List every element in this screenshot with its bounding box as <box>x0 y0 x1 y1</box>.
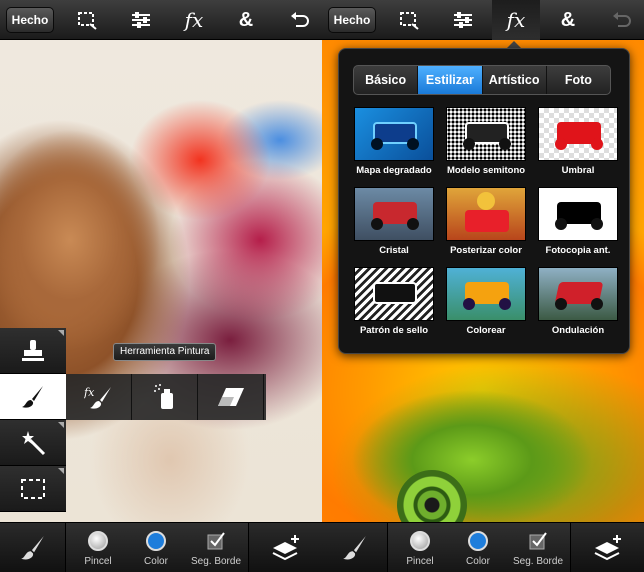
effect-label: Umbral <box>561 165 595 176</box>
magic-wand-icon <box>22 430 46 455</box>
effect-cristal[interactable]: Cristal <box>351 187 437 265</box>
bottom-toolbar: Pincel Color Seg. Borde <box>0 522 322 572</box>
edge-checkbox-icon <box>207 532 225 550</box>
effect-thumbnail <box>538 267 618 321</box>
magic-wand-tool[interactable] <box>0 420 66 466</box>
top-toolbar: Hecho fx & <box>0 0 322 40</box>
tab-artistico[interactable]: Artístico <box>483 66 547 94</box>
brush-preview-icon <box>410 531 430 551</box>
edge-label: Seg. Borde <box>512 556 564 567</box>
effect-label: Patrón de sello <box>359 325 429 336</box>
tab-foto[interactable]: Foto <box>547 66 610 94</box>
effect-patron-de-sello[interactable]: Patrón de sello <box>351 267 437 345</box>
bottom-toolbar: Pincel Color Seg. Borde <box>322 522 644 572</box>
brush-icon <box>22 385 43 408</box>
tab-estilizar[interactable]: Estilizar <box>418 66 483 94</box>
brush-label: Pincel <box>406 556 434 567</box>
adjustments-icon[interactable] <box>121 0 161 40</box>
undo-icon[interactable] <box>602 0 642 40</box>
effect-thumbnail <box>446 267 526 321</box>
blend-ampersand-icon[interactable]: & <box>226 0 266 40</box>
brush-icon <box>342 536 366 560</box>
color-swatch <box>468 531 488 551</box>
brush-tool[interactable] <box>0 374 66 420</box>
marquee-tool[interactable] <box>0 466 66 512</box>
spray-icon <box>153 384 173 409</box>
effect-label: Fotocopia ant. <box>545 245 611 256</box>
layers-add-icon <box>594 535 621 561</box>
left-screen: Hecho fx & Herramienta Pintura fx Pincel… <box>0 0 322 572</box>
color-button[interactable]: Color <box>448 527 508 571</box>
paint-tool-tooltip: Herramienta Pintura <box>113 343 217 361</box>
brush-icon <box>20 536 44 560</box>
effect-label: Colorear <box>466 325 506 336</box>
effect-thumbnail <box>446 107 526 161</box>
brush-preview-icon <box>88 531 108 551</box>
edge-follow-button[interactable]: Seg. Borde <box>186 527 246 571</box>
fx-brush-icon: fx <box>84 386 111 409</box>
effect-thumbnail <box>538 187 618 241</box>
effect-thumbnail <box>354 187 434 241</box>
color-swatch <box>146 531 166 551</box>
layers-add-icon <box>272 535 299 561</box>
effects-fx-icon[interactable]: fx <box>492 0 540 40</box>
effect-thumbnail <box>446 187 526 241</box>
brush-subtools: fx <box>66 374 266 420</box>
effect-thumbnail <box>354 107 434 161</box>
effect-thumbnail <box>354 267 434 321</box>
fx-brush-button[interactable]: fx <box>66 374 132 420</box>
effect-label: Modelo semitono <box>446 165 526 176</box>
effects-fx-icon[interactable]: fx <box>174 0 214 40</box>
effect-label: Mapa degradado <box>356 165 432 176</box>
effects-popover: Básico Estilizar Artístico Foto Mapa deg… <box>338 48 630 354</box>
spray-button[interactable] <box>132 374 198 420</box>
edge-checkbox-icon <box>529 532 547 550</box>
brush-size-button[interactable]: Pincel <box>390 527 450 571</box>
brush-mode-button[interactable] <box>322 523 388 572</box>
marquee-icon <box>21 478 45 499</box>
effect-mapa-degradado[interactable]: Mapa degradado <box>351 107 437 185</box>
right-screen: Hecho fx & Básico Estilizar Artístico Fo… <box>322 0 644 572</box>
effect-ondulacion[interactable]: Ondulación <box>535 267 621 345</box>
layers-button[interactable] <box>570 523 644 572</box>
blend-ampersand-icon[interactable]: & <box>548 0 588 40</box>
effects-category-tabs: Básico Estilizar Artístico Foto <box>353 65 611 95</box>
selection-icon[interactable] <box>390 0 430 40</box>
brush-label: Pincel <box>84 556 112 567</box>
svg-text:fx: fx <box>84 386 95 399</box>
stamp-tool[interactable] <box>0 328 66 374</box>
color-label: Color <box>144 556 168 567</box>
tab-basico[interactable]: Básico <box>354 66 419 94</box>
adjustments-icon[interactable] <box>443 0 483 40</box>
effect-posterizar-color[interactable]: Posterizar color <box>443 187 529 265</box>
effect-label: Ondulación <box>551 325 605 336</box>
effect-fotocopia-ant[interactable]: Fotocopia ant. <box>535 187 621 265</box>
layers-button[interactable] <box>248 523 322 572</box>
stamp-icon <box>22 339 44 361</box>
edge-follow-button[interactable]: Seg. Borde <box>508 527 568 571</box>
effect-umbral[interactable]: Umbral <box>535 107 621 185</box>
effect-label: Posterizar color <box>450 245 522 256</box>
done-button[interactable]: Hecho <box>328 7 376 33</box>
brush-size-button[interactable]: Pincel <box>68 527 128 571</box>
top-toolbar: Hecho fx & <box>322 0 644 40</box>
eraser-button[interactable] <box>198 374 264 420</box>
edge-label: Seg. Borde <box>190 556 242 567</box>
done-button[interactable]: Hecho <box>6 7 54 33</box>
undo-icon[interactable] <box>280 0 320 40</box>
brush-mode-button[interactable] <box>0 523 66 572</box>
color-button[interactable]: Color <box>126 527 186 571</box>
effect-label: Cristal <box>379 245 409 256</box>
effect-modelo-semitono[interactable]: Modelo semitono <box>443 107 529 185</box>
effect-thumbnail <box>538 107 618 161</box>
selection-icon[interactable] <box>68 0 108 40</box>
eraser-icon <box>217 388 244 406</box>
color-label: Color <box>466 556 490 567</box>
tool-strip <box>0 328 66 512</box>
effect-colorear[interactable]: Colorear <box>443 267 529 345</box>
